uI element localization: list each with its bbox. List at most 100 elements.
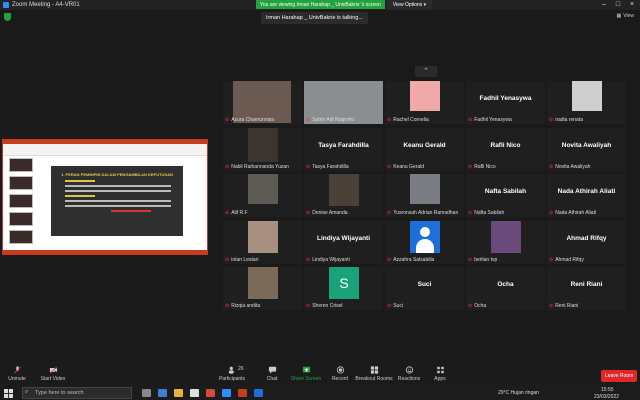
- gallery-view-toggle[interactable]: ▦ View: [617, 13, 634, 19]
- mic-muted-icon: ⊘: [387, 256, 392, 263]
- participant-tile[interactable]: Ocha ⊘ Ocha: [466, 267, 545, 310]
- participant-tile[interactable]: Nada Athirah Aliati ⊘ Nada Athirah Aliati: [547, 174, 626, 217]
- participants-button[interactable]: Participants: [212, 366, 252, 382]
- participant-tile[interactable]: ⊘ Alif R.F: [223, 174, 302, 217]
- participant-name-label: ⊘ Yusronsah Adrian Ramadhan: [387, 210, 458, 216]
- edge-browser-icon[interactable]: [158, 389, 167, 397]
- shared-screen: 1. PERAN PEMIMPIN DALAM PENGAMBILAN KEPU…: [2, 139, 208, 255]
- mic-muted-icon: ⊘: [549, 303, 554, 309]
- participant-tile[interactable]: ⊘ Azzahra Salsabilla: [385, 220, 464, 264]
- view-options-button[interactable]: View Options ▾: [386, 0, 433, 9]
- participant-tile[interactable]: ⊘ berlian tvp: [466, 220, 545, 264]
- chrome-icon[interactable]: [206, 389, 215, 397]
- participant-name-text: Sheren Crisel: [312, 303, 343, 309]
- mic-muted-icon: ⊘: [468, 303, 473, 309]
- security-shield-icon[interactable]: [4, 13, 11, 21]
- mic-muted-icon: ⊘: [549, 256, 554, 263]
- mic-muted-icon: ⊘: [225, 303, 230, 309]
- participant-video: S: [329, 267, 359, 299]
- mic-muted-icon: ⊘: [387, 210, 392, 216]
- window-title: Zoom Meeting - A4-VR01: [12, 2, 80, 8]
- participant-name-text: berlian tvp: [474, 256, 498, 263]
- slide-thumbnail: [9, 158, 33, 172]
- mic-muted-icon: ⊘: [468, 256, 473, 263]
- share-screen-icon: [302, 366, 310, 373]
- participant-name-label: ⊘ Fadhil Yenasywa: [468, 117, 512, 123]
- file-explorer-icon[interactable]: [174, 389, 183, 397]
- windows-start-icon[interactable]: [4, 389, 13, 398]
- participant-name-label: ⊘ Rafli Nico: [468, 164, 496, 170]
- weather-status[interactable]: 29°C Hujan ringan: [498, 390, 539, 396]
- collapse-chevron-up-icon[interactable]: ⌃: [415, 66, 437, 77]
- participant-tile[interactable]: ⊘ Nabil Raihannanda Yuzan: [223, 127, 302, 171]
- participant-video: [248, 174, 278, 204]
- participant-video: [410, 220, 440, 253]
- participant-tile[interactable]: ⊘ nadia renata: [547, 81, 626, 124]
- participant-name-text: Yusronsah Adrian Ramadhan: [393, 210, 459, 216]
- word-icon[interactable]: [254, 389, 263, 397]
- participant-tile[interactable]: Rafli Nico ⊘ Rafli Nico: [466, 127, 545, 171]
- participant-tile[interactable]: Fadhil Yenasywa ⊘ Fadhil Yenasywa: [466, 81, 545, 124]
- participant-tile[interactable]: Tasya Farahdilla ⊘ Tasya Farahdilla: [304, 127, 383, 171]
- slide-text-line: [65, 195, 95, 197]
- taskbar-search-input[interactable]: Type here to search: [22, 387, 132, 399]
- close-button[interactable]: ×: [624, 0, 640, 10]
- participant-tile[interactable]: Ahmad Rifqy ⊘ Ahmad Rifqy: [547, 220, 626, 264]
- participant-name-label: ⊘ Ocha: [468, 303, 486, 309]
- participant-tile[interactable]: Suci ⊘ Suci: [385, 267, 464, 310]
- participant-name-text: Azzahra Salsabilla: [393, 256, 435, 263]
- mic-muted-icon: ⊘: [225, 256, 230, 263]
- participant-tile[interactable]: ⊘ Satrio Adi Nugroho: [304, 81, 383, 124]
- store-icon[interactable]: [190, 389, 199, 397]
- mic-muted-icon: ⊘: [549, 117, 554, 123]
- start-video-button[interactable]: Start Video: [33, 366, 73, 382]
- unmute-button[interactable]: Unmute: [0, 366, 37, 382]
- avatar-silhouette: [420, 226, 430, 237]
- participant-name-text: Azura Chaerunnisa: [231, 117, 275, 123]
- participant-name-label: ⊘ Novita Awaliyah: [549, 164, 590, 170]
- slide-text-line: [65, 190, 171, 192]
- participant-tile[interactable]: Reni Riani ⊘ Reni Riani: [547, 267, 626, 310]
- participant-video: [329, 174, 359, 206]
- participant-video: [248, 220, 278, 253]
- participant-display-name: Nada Athirah Aliati: [557, 188, 616, 195]
- task-view-icon[interactable]: [142, 389, 151, 397]
- participant-display-name: Ahmad Rifqy: [566, 234, 607, 242]
- current-slide: 1. PERAN PEMIMPIN DALAM PENGAMBILAN KEPU…: [51, 166, 183, 236]
- participant-display-name: Fadhil Yenasywa: [479, 95, 532, 102]
- clock-date[interactable]: 23/03/2022: [594, 394, 619, 400]
- apps-button[interactable]: Apps: [420, 366, 460, 382]
- microphone-muted-icon: [13, 366, 21, 374]
- ppt-status-bar: [3, 250, 207, 254]
- slide-text-line: [111, 210, 151, 212]
- participant-name-label: ⊘ intan Lestari: [225, 257, 258, 263]
- participant-tile[interactable]: ⊘ Rizqia andita: [223, 267, 302, 310]
- participant-tile[interactable]: ⊘ Denise Amanda: [304, 174, 383, 217]
- leave-room-button[interactable]: Leave Room: [601, 370, 638, 382]
- participant-tile[interactable]: S ⊘ Sheren Crisel: [304, 267, 383, 310]
- participant-name-label: ⊘ Lindiya Wijayanti: [306, 257, 350, 263]
- zoom-taskbar-icon[interactable]: [222, 389, 231, 397]
- slide-thumbnails: [5, 158, 33, 248]
- participant-name-label: ⊘ Sheren Crisel: [306, 303, 343, 309]
- participant-tile[interactable]: ⊘ Azura Chaerunnisa: [223, 81, 302, 124]
- participant-name-label: ⊘ Rachel Cornelia: [387, 117, 429, 123]
- participant-name-text: Alif R.F: [231, 210, 248, 216]
- mic-muted-icon: ⊘: [387, 303, 392, 309]
- participant-name-label: ⊘ Azura Chaerunnisa: [225, 117, 274, 123]
- participant-tile[interactable]: Keanu Gerald ⊘ Keanu Gerald: [385, 127, 464, 171]
- smiley-icon: [405, 366, 413, 374]
- powerpoint-icon[interactable]: [238, 389, 247, 397]
- breakout-rooms-button[interactable]: Breakout Rooms: [354, 366, 394, 382]
- avatar-silhouette: [416, 238, 434, 253]
- participant-name-text: Rachel Cornelia: [393, 117, 429, 123]
- participant-tile[interactable]: ⊘ intan Lestari: [223, 220, 302, 264]
- participant-tile[interactable]: ⊘ Yusronsah Adrian Ramadhan: [385, 174, 464, 217]
- clock-time[interactable]: 15:55: [601, 387, 614, 393]
- participant-tile[interactable]: Lindiya Wijayanti ⊘ Lindiya Wijayanti: [304, 220, 383, 264]
- participant-tile[interactable]: ⊘ Rachel Cornelia: [385, 81, 464, 124]
- mic-muted-icon: ⊘: [225, 210, 230, 216]
- participant-name-text: Rafli Nico: [474, 163, 496, 170]
- participant-tile[interactable]: Novita Awaliyah ⊘ Novita Awaliyah: [547, 127, 626, 171]
- participant-tile[interactable]: Nafta Sabilah ⊘ Nafta Sabilah: [466, 174, 545, 217]
